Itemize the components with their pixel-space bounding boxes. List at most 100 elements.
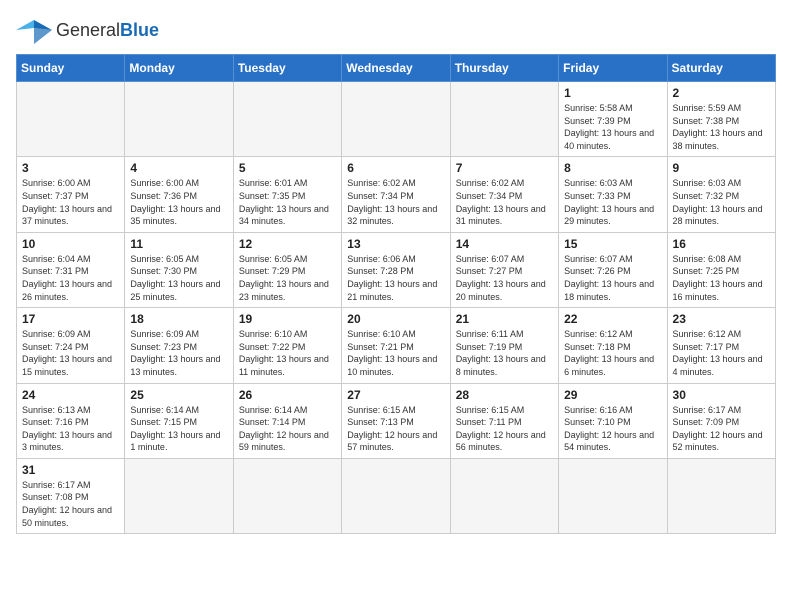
calendar-row-4: 17Sunrise: 6:09 AM Sunset: 7:24 PM Dayli… [17,308,776,383]
calendar-cell: 5 Sunrise: 6:01 AM Sunset: 7:35 PM Daylig… [233,157,341,232]
weekday-header-thursday: Thursday [450,55,558,82]
day-number: 21 [456,312,553,326]
calendar-cell: 23Sunrise: 6:12 AM Sunset: 7:17 PM Dayli… [667,308,775,383]
day-number: 27 [347,388,444,402]
day-info: Sunrise: 5:59 AM Sunset: 7:38 PM Dayligh… [673,102,770,152]
calendar-row-5: 24 Sunrise: 6:13 AM Sunset: 7:16 PM Dayli… [17,383,776,458]
calendar-cell: 21 Sunrise: 6:11 AM Sunset: 7:19 PM Dayli… [450,308,558,383]
day-number: 11 [130,237,227,251]
day-info: Sunrise: 6:02 AM Sunset: 7:34 PM Dayligh… [456,177,553,227]
calendar-cell: 24 Sunrise: 6:13 AM Sunset: 7:16 PM Dayli… [17,383,125,458]
calendar-cell [233,458,341,533]
calendar-cell: 15 Sunrise: 6:07 AM Sunset: 7:26 PM Dayli… [559,232,667,307]
calendar-cell [233,82,341,157]
calendar-cell: 13 Sunrise: 6:06 AM Sunset: 7:28 PM Dayli… [342,232,450,307]
day-number: 19 [239,312,336,326]
calendar-cell: 10Sunrise: 6:04 AM Sunset: 7:31 PM Dayli… [17,232,125,307]
calendar-row-6: 31 Sunrise: 6:17 AM Sunset: 7:08 PM Dayli… [17,458,776,533]
calendar-cell [342,458,450,533]
day-number: 24 [22,388,119,402]
calendar-cell [450,82,558,157]
calendar-cell: 22 Sunrise: 6:12 AM Sunset: 7:18 PM Dayli… [559,308,667,383]
day-number: 31 [22,463,119,477]
day-info: Sunrise: 6:09 AM Sunset: 7:24 PM Dayligh… [22,328,119,378]
day-info: Sunrise: 6:02 AM Sunset: 7:34 PM Dayligh… [347,177,444,227]
weekday-header-saturday: Saturday [667,55,775,82]
weekday-header-tuesday: Tuesday [233,55,341,82]
calendar-cell: 29 Sunrise: 6:16 AM Sunset: 7:10 PM Dayli… [559,383,667,458]
day-number: 4 [130,161,227,175]
logo-icon [16,16,52,44]
day-info: Sunrise: 6:16 AM Sunset: 7:10 PM Dayligh… [564,404,661,454]
calendar-cell: 2Sunrise: 5:59 AM Sunset: 7:38 PM Daylig… [667,82,775,157]
calendar-cell: 26Sunrise: 6:14 AM Sunset: 7:14 PM Dayli… [233,383,341,458]
day-info: Sunrise: 6:17 AM Sunset: 7:08 PM Dayligh… [22,479,119,529]
day-number: 13 [347,237,444,251]
day-info: Sunrise: 6:03 AM Sunset: 7:32 PM Dayligh… [673,177,770,227]
day-number: 12 [239,237,336,251]
day-info: Sunrise: 6:15 AM Sunset: 7:13 PM Dayligh… [347,404,444,454]
logo-text: GeneralBlue [56,20,159,41]
calendar: SundayMondayTuesdayWednesdayThursdayFrid… [16,54,776,534]
day-info: Sunrise: 6:05 AM Sunset: 7:29 PM Dayligh… [239,253,336,303]
day-info: Sunrise: 6:04 AM Sunset: 7:31 PM Dayligh… [22,253,119,303]
calendar-cell [17,82,125,157]
day-number: 3 [22,161,119,175]
day-info: Sunrise: 6:00 AM Sunset: 7:37 PM Dayligh… [22,177,119,227]
day-number: 9 [673,161,770,175]
day-number: 20 [347,312,444,326]
weekday-header-monday: Monday [125,55,233,82]
day-info: Sunrise: 6:10 AM Sunset: 7:22 PM Dayligh… [239,328,336,378]
calendar-cell: 6 Sunrise: 6:02 AM Sunset: 7:34 PM Daylig… [342,157,450,232]
calendar-cell: 31 Sunrise: 6:17 AM Sunset: 7:08 PM Dayli… [17,458,125,533]
day-info: Sunrise: 6:14 AM Sunset: 7:15 PM Dayligh… [130,404,227,454]
day-info: Sunrise: 6:10 AM Sunset: 7:21 PM Dayligh… [347,328,444,378]
day-number: 15 [564,237,661,251]
calendar-cell [559,458,667,533]
calendar-cell: 27 Sunrise: 6:15 AM Sunset: 7:13 PM Dayli… [342,383,450,458]
day-number: 30 [673,388,770,402]
day-number: 16 [673,237,770,251]
day-number: 5 [239,161,336,175]
weekday-header-row: SundayMondayTuesdayWednesdayThursdayFrid… [17,55,776,82]
day-info: Sunrise: 6:17 AM Sunset: 7:09 PM Dayligh… [673,404,770,454]
calendar-row-1: 1 Sunrise: 5:58 AM Sunset: 7:39 PM Daylig… [17,82,776,157]
day-number: 14 [456,237,553,251]
day-info: Sunrise: 6:09 AM Sunset: 7:23 PM Dayligh… [130,328,227,378]
calendar-row-3: 10Sunrise: 6:04 AM Sunset: 7:31 PM Dayli… [17,232,776,307]
logo: GeneralBlue [16,16,159,44]
header: GeneralBlue [16,16,776,44]
day-number: 1 [564,86,661,100]
day-number: 6 [347,161,444,175]
day-info: Sunrise: 6:07 AM Sunset: 7:27 PM Dayligh… [456,253,553,303]
day-info: Sunrise: 5:58 AM Sunset: 7:39 PM Dayligh… [564,102,661,152]
calendar-cell: 11Sunrise: 6:05 AM Sunset: 7:30 PM Dayli… [125,232,233,307]
day-info: Sunrise: 6:06 AM Sunset: 7:28 PM Dayligh… [347,253,444,303]
calendar-row-2: 3 Sunrise: 6:00 AM Sunset: 7:37 PM Daylig… [17,157,776,232]
day-info: Sunrise: 6:12 AM Sunset: 7:18 PM Dayligh… [564,328,661,378]
calendar-cell: 25Sunrise: 6:14 AM Sunset: 7:15 PM Dayli… [125,383,233,458]
day-number: 29 [564,388,661,402]
calendar-cell: 9 Sunrise: 6:03 AM Sunset: 7:32 PM Daylig… [667,157,775,232]
day-info: Sunrise: 6:00 AM Sunset: 7:36 PM Dayligh… [130,177,227,227]
day-number: 7 [456,161,553,175]
day-info: Sunrise: 6:01 AM Sunset: 7:35 PM Dayligh… [239,177,336,227]
day-number: 23 [673,312,770,326]
day-number: 28 [456,388,553,402]
calendar-cell: 1 Sunrise: 5:58 AM Sunset: 7:39 PM Daylig… [559,82,667,157]
calendar-cell: 14 Sunrise: 6:07 AM Sunset: 7:27 PM Dayli… [450,232,558,307]
calendar-cell: 16Sunrise: 6:08 AM Sunset: 7:25 PM Dayli… [667,232,775,307]
day-info: Sunrise: 6:07 AM Sunset: 7:26 PM Dayligh… [564,253,661,303]
calendar-cell: 7 Sunrise: 6:02 AM Sunset: 7:34 PM Daylig… [450,157,558,232]
calendar-cell: 30 Sunrise: 6:17 AM Sunset: 7:09 PM Dayli… [667,383,775,458]
day-info: Sunrise: 6:13 AM Sunset: 7:16 PM Dayligh… [22,404,119,454]
calendar-cell: 17Sunrise: 6:09 AM Sunset: 7:24 PM Dayli… [17,308,125,383]
day-number: 22 [564,312,661,326]
day-number: 8 [564,161,661,175]
weekday-header-sunday: Sunday [17,55,125,82]
calendar-cell: 8Sunrise: 6:03 AM Sunset: 7:33 PM Daylig… [559,157,667,232]
day-info: Sunrise: 6:11 AM Sunset: 7:19 PM Dayligh… [456,328,553,378]
weekday-header-wednesday: Wednesday [342,55,450,82]
calendar-cell [450,458,558,533]
weekday-header-friday: Friday [559,55,667,82]
